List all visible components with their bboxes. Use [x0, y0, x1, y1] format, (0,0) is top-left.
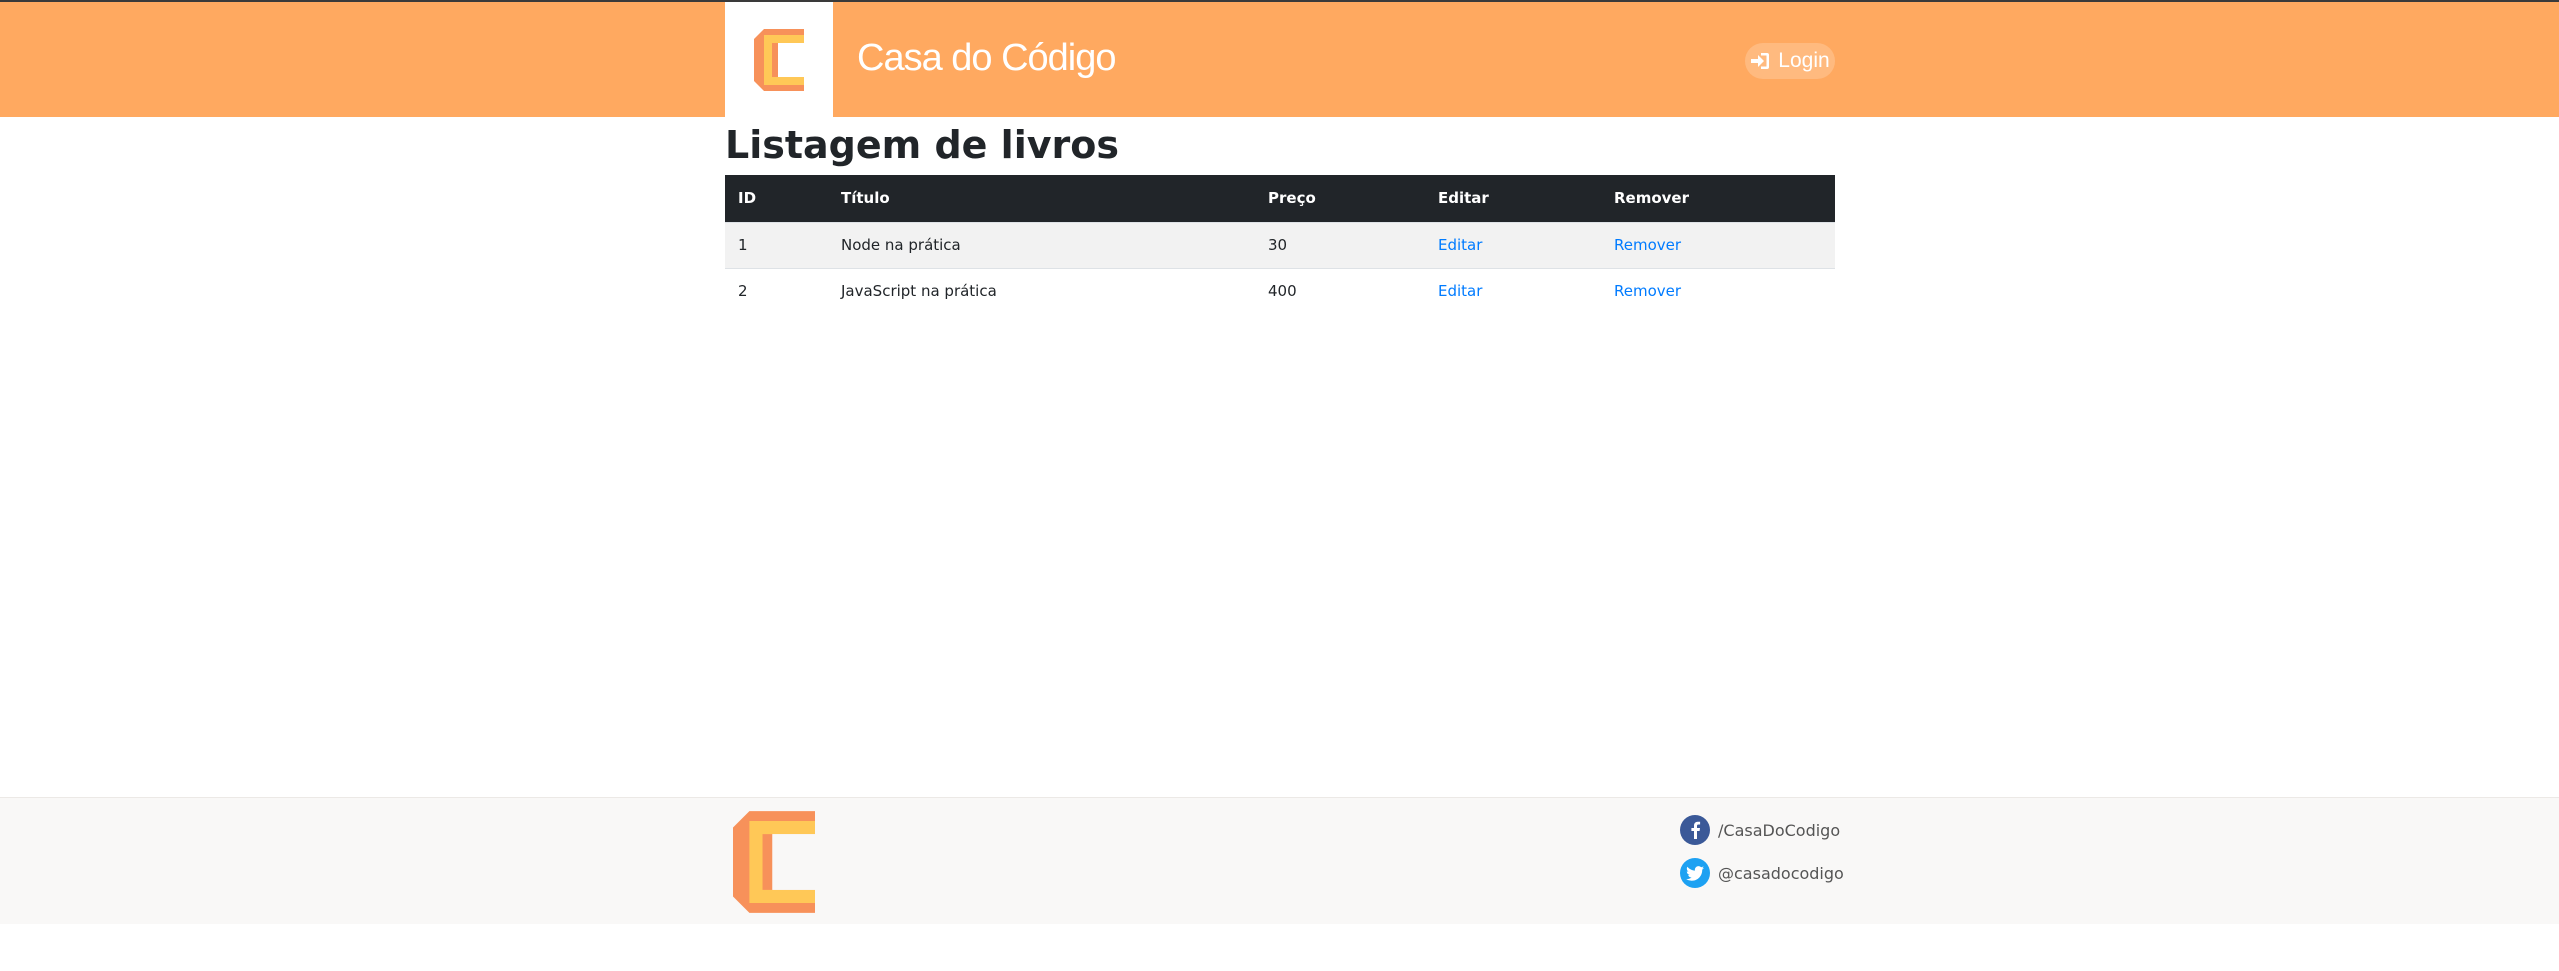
table-body: 1 Node na prática 30 Editar Remover 2 Ja…	[725, 221, 1835, 314]
login-button[interactable]: Login	[1745, 43, 1835, 79]
books-table: ID Título Preço Editar Remover 1 Node na…	[725, 175, 1835, 314]
cell-id: 1	[725, 221, 828, 268]
facebook-icon	[1680, 815, 1710, 845]
cell-remover: Remover	[1601, 267, 1835, 314]
login-label: Login	[1778, 49, 1830, 72]
cell-editar: Editar	[1425, 221, 1601, 268]
casa-do-codigo-logo-icon	[754, 29, 804, 91]
remove-link[interactable]: Remover	[1614, 236, 1681, 254]
header-logo[interactable]	[725, 2, 833, 117]
cell-preco: 30	[1255, 221, 1425, 268]
twitter-link[interactable]: @casadocodigo	[1680, 858, 1844, 888]
site-footer: /CasaDoCodigo @casadocodigo	[0, 797, 2559, 924]
sign-in-icon	[1751, 53, 1770, 69]
twitter-handle: @casadocodigo	[1718, 863, 1844, 883]
edit-link[interactable]: Editar	[1438, 236, 1482, 254]
cell-titulo: Node na prática	[828, 221, 1255, 268]
cell-editar: Editar	[1425, 267, 1601, 314]
table-row: 1 Node na prática 30 Editar Remover	[725, 221, 1835, 268]
cell-preco: 400	[1255, 267, 1425, 314]
table-header-row: ID Título Preço Editar Remover	[725, 175, 1835, 222]
casa-do-codigo-logo-icon[interactable]	[733, 810, 815, 914]
table-header: ID Título Preço Editar Remover	[725, 175, 1835, 222]
cell-id: 2	[725, 267, 828, 314]
cell-titulo: JavaScript na prática	[828, 267, 1255, 314]
facebook-handle: /CasaDoCodigo	[1718, 820, 1841, 840]
page-title: Listagem de livros	[725, 123, 1119, 167]
column-header-remover: Remover	[1601, 175, 1835, 222]
column-header-titulo: Título	[828, 175, 1255, 222]
brand-name[interactable]: Casa do Código	[857, 32, 1117, 84]
column-header-preco: Preço	[1255, 175, 1425, 222]
cell-remover: Remover	[1601, 221, 1835, 268]
table-row: 2 JavaScript na prática 400 Editar Remov…	[725, 267, 1835, 314]
remove-link[interactable]: Remover	[1614, 282, 1681, 300]
twitter-icon	[1680, 858, 1710, 888]
site-header: Casa do Código Login	[0, 2, 2559, 117]
column-header-editar: Editar	[1425, 175, 1601, 222]
facebook-link[interactable]: /CasaDoCodigo	[1680, 815, 1840, 845]
column-header-id: ID	[725, 175, 828, 222]
edit-link[interactable]: Editar	[1438, 282, 1482, 300]
